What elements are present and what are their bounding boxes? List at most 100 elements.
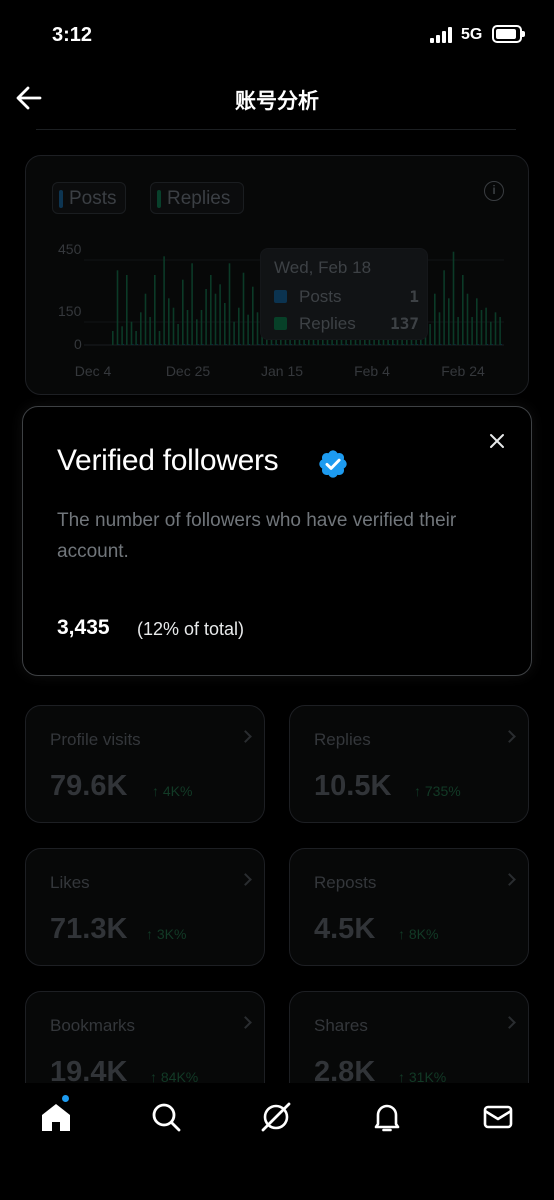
- grok-icon[interactable]: [258, 1099, 294, 1135]
- posts-bar: [500, 344, 503, 345]
- posts-bar: [402, 344, 405, 345]
- replies-bar: [158, 331, 161, 345]
- posts-bar: [356, 344, 358, 345]
- stat-value: 79.6K: [50, 770, 128, 802]
- replies-bar: [144, 293, 147, 345]
- chart-tooltip: Wed, Feb 18 Posts 1 Replies 137: [260, 248, 428, 340]
- bell-icon[interactable]: [369, 1099, 405, 1135]
- replies-bar: [210, 275, 212, 345]
- verified-badge-icon: [319, 450, 347, 478]
- replies-bar: [499, 317, 501, 345]
- replies-bar: [177, 324, 179, 345]
- posts-bar: [463, 344, 465, 345]
- posts-bar: [379, 344, 381, 345]
- replies-bar: [200, 310, 203, 345]
- stat-card-likes[interactable]: Likes 71.3K ↑ 3K%: [25, 848, 265, 966]
- modal-title: Verified followers: [57, 444, 279, 477]
- chevron-right-icon: [503, 1016, 516, 1029]
- verified-share: (12% of total): [137, 619, 245, 639]
- replies-bar: [238, 307, 240, 345]
- posts-bar: [300, 344, 302, 345]
- posts-bar: [346, 344, 349, 345]
- stat-delta: ↑ 4K%: [152, 783, 193, 799]
- chevron-right-icon: [503, 873, 516, 886]
- posts-bar: [486, 344, 489, 345]
- stat-label: Likes: [50, 873, 90, 892]
- posts-bar: [440, 344, 442, 345]
- tooltip-posts-row: Posts 1: [274, 287, 419, 307]
- posts-bar: [430, 344, 433, 345]
- replies-bar: [126, 275, 128, 345]
- posts-bar: [491, 344, 493, 345]
- posts-bar: [136, 344, 139, 345]
- posts-bar: [393, 344, 395, 345]
- posts-bar: [421, 344, 423, 345]
- modal-description: The number of followers who have verifie…: [57, 510, 457, 562]
- replies-bar: [214, 293, 217, 345]
- replies-bar: [135, 331, 137, 345]
- stat-label: Shares: [314, 1016, 368, 1035]
- posts-bar: [412, 344, 414, 345]
- replies-bar: [154, 275, 156, 345]
- replies-bar: [256, 312, 259, 345]
- stat-delta: ↑ 8K%: [398, 926, 439, 942]
- posts-bar: [239, 344, 241, 345]
- stat-card-replies[interactable]: Replies 10.5K ↑ 735%: [289, 705, 529, 823]
- replies-bar: [182, 279, 184, 345]
- mail-icon[interactable]: [480, 1099, 516, 1135]
- replies-bar: [168, 298, 170, 345]
- activity-chart-card: Posts Replies i 450 150 0 Dec 4 Dec 25 J…: [25, 155, 529, 395]
- stat-delta: ↑ 735%: [414, 783, 461, 799]
- replies-bar: [466, 293, 469, 345]
- replies-bar: [448, 298, 450, 345]
- replies-bar: [476, 298, 478, 345]
- x-tick-jan15: Jan 15: [260, 363, 304, 379]
- posts-bar: [332, 344, 335, 345]
- posts-bar: [150, 344, 153, 345]
- replies-bar: [452, 251, 455, 345]
- replies-bar: [121, 326, 123, 345]
- close-icon[interactable]: [487, 431, 507, 451]
- stat-card-reposts[interactable]: Reposts 4.5K ↑ 8K%: [289, 848, 529, 966]
- stat-value: 4.5K: [314, 913, 376, 945]
- posts-bar: [272, 344, 274, 345]
- stat-label: Replies: [314, 730, 371, 749]
- posts-bar: [286, 344, 288, 345]
- posts-bar: [216, 344, 218, 345]
- x-tick-dec25: Dec 25: [165, 363, 211, 379]
- replies-bar: [434, 293, 436, 345]
- replies-bar: [480, 310, 483, 345]
- x-tick-dec4: Dec 4: [74, 363, 112, 379]
- stat-label: Bookmarks: [50, 1016, 136, 1035]
- tooltip-posts-swatch: [274, 290, 287, 303]
- replies-bar: [438, 312, 441, 345]
- verified-followers-modal: Verified followers The number of followe…: [22, 406, 532, 676]
- posts-bar: [454, 344, 456, 345]
- stat-value: 10.5K: [314, 770, 392, 802]
- tooltip-replies-row: Replies 137: [274, 314, 419, 334]
- stat-label: Reposts: [314, 873, 377, 892]
- replies-bar: [462, 275, 464, 345]
- posts-bar: [342, 344, 344, 345]
- posts-bar: [132, 344, 134, 345]
- replies-bar: [116, 270, 119, 345]
- stat-card-profile-visits[interactable]: Profile visits 79.6K ↑ 4K%: [25, 705, 265, 823]
- posts-bar: [183, 344, 185, 345]
- replies-bar: [457, 317, 459, 345]
- chevron-right-icon: [239, 730, 252, 743]
- posts-bar: [197, 344, 199, 345]
- replies-bar: [485, 307, 487, 345]
- replies-bar: [233, 321, 235, 345]
- home-icon[interactable]: [38, 1099, 74, 1135]
- posts-bar: [304, 344, 307, 345]
- chevron-right-icon: [503, 730, 516, 743]
- posts-bar: [258, 344, 260, 345]
- posts-bar: [323, 344, 325, 345]
- stat-value: 71.3K: [50, 913, 128, 945]
- replies-bar: [228, 263, 231, 345]
- replies-bar: [443, 270, 445, 345]
- replies-bar: [205, 289, 207, 345]
- search-icon[interactable]: [148, 1099, 184, 1135]
- posts-bar: [164, 344, 167, 345]
- posts-bar: [449, 344, 451, 345]
